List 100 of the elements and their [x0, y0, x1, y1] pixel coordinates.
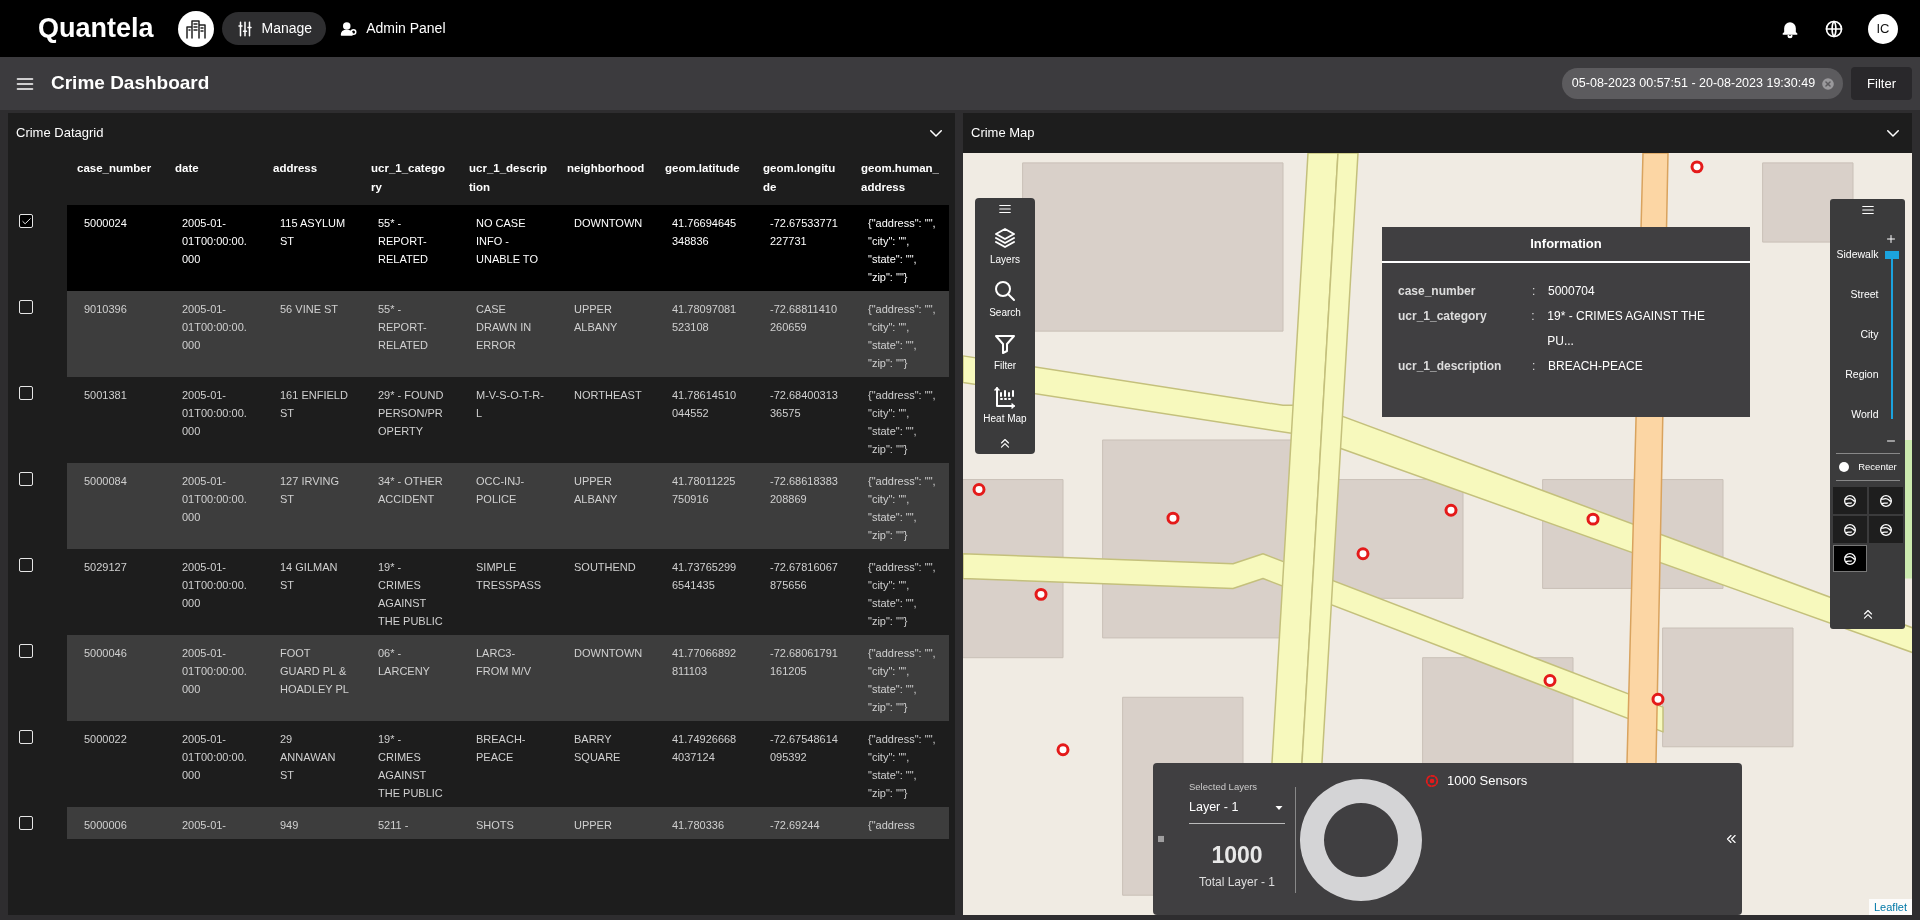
collapse-button[interactable] [998, 436, 1012, 450]
user-avatar[interactable]: IC [1868, 13, 1898, 44]
search-button[interactable]: Search [989, 277, 1021, 322]
double-chevron-up-icon [998, 436, 1012, 450]
row-checkbox[interactable] [19, 730, 33, 744]
column-header[interactable]: case_number [67, 153, 165, 205]
column-header[interactable]: date [165, 153, 263, 205]
table-cell: 5029127 [67, 549, 165, 635]
manage-tab[interactable]: Manage [221, 12, 327, 45]
table-cell: DOWNTOWN [557, 205, 655, 291]
menu-button[interactable] [998, 202, 1012, 216]
row-checkbox[interactable] [19, 644, 33, 658]
table-cell: 2005-01-01T00:00:00.000 [165, 721, 263, 807]
table-cell: {"address": "", "city": "", "state": "", "zip": ""} [851, 205, 949, 291]
map-style-icon [1877, 492, 1894, 509]
zoom-level-label[interactable]: World [1851, 407, 1879, 423]
base-map-button[interactable] [1832, 487, 1867, 515]
chart-icon [993, 385, 1017, 409]
panel-title: Crime Datagrid [16, 124, 104, 143]
table-cell: 9010396 [67, 291, 165, 377]
base-map-button[interactable] [1868, 487, 1903, 515]
sensor-marker-icon[interactable] [972, 483, 986, 496]
panel-title: Crime Map [971, 124, 1035, 143]
column-header[interactable]: neighborhood [557, 153, 655, 205]
layers-button[interactable]: Layers [990, 224, 1020, 269]
menu-icon [1860, 203, 1875, 217]
table-cell: 29 ANNAWAN ST [263, 721, 361, 807]
admin-panel-tab[interactable]: Admin Panel [326, 12, 460, 45]
table-cell: 5000024 [67, 205, 165, 291]
sensor-marker-icon[interactable] [1056, 743, 1070, 757]
table-cell: M-V-S-O-T-R-L [459, 377, 557, 463]
table-cell: NORTHEAST [557, 377, 655, 463]
sensor-marker-icon[interactable] [1690, 160, 1704, 174]
table-cell: 41.737652996541435 [655, 549, 753, 635]
zoom-slider-thumb[interactable] [1884, 251, 1899, 259]
filter-button[interactable]: Filter [1851, 66, 1912, 101]
menu-button[interactable] [1860, 203, 1875, 217]
sensor-marker-icon[interactable] [1586, 512, 1600, 526]
zoom-level-label[interactable]: Region [1845, 367, 1879, 383]
date-range-chip[interactable]: 05-08-2023 00:57:51 - 20-08-2023 19:30:49 [1561, 68, 1844, 99]
column-header[interactable]: geom.human_address [851, 153, 949, 205]
legend-label: 1000 Sensors [1447, 772, 1528, 790]
map-style-icon [1841, 492, 1858, 509]
recenter-button[interactable]: Recenter [1838, 460, 1897, 475]
table-cell: {"address": "", "city": "", "state": "", "zip": ""} [851, 721, 949, 807]
sensor-marker-icon[interactable] [1651, 692, 1665, 706]
sensor-marker-icon[interactable] [1444, 503, 1458, 517]
map-style-icon [1877, 521, 1894, 538]
row-checkbox[interactable] [19, 386, 33, 400]
globe-icon[interactable] [1824, 18, 1844, 39]
base-map-button[interactable] [1868, 516, 1903, 544]
table-cell: -72.67533771227731 [753, 205, 851, 291]
base-map-button[interactable] [1832, 516, 1867, 544]
column-header[interactable]: geom.latitude [655, 153, 753, 205]
table-cell: -72.68061791161205 [753, 635, 851, 721]
table-cell: 5000006 [67, 807, 165, 839]
sensor-marker-icon[interactable] [1166, 511, 1180, 525]
row-checkbox[interactable] [19, 300, 33, 314]
column-header[interactable]: ucr_1_category [361, 153, 459, 205]
field-label: ucr_1_description [1398, 358, 1503, 375]
table-cell: -72.67816067875656 [753, 549, 851, 635]
row-checkbox[interactable] [19, 214, 33, 228]
table-cell: NO CASE INFO - UNABLE TO [459, 205, 557, 291]
table-cell: 14 GILMAN ST [263, 549, 361, 635]
zoom-level-label[interactable]: Street [1850, 287, 1879, 303]
double-chevron-left-icon[interactable] [1724, 832, 1738, 846]
heat-map-button[interactable]: Heat Map [983, 383, 1027, 428]
sensor-marker-icon[interactable] [1543, 674, 1557, 687]
column-header[interactable]: address [263, 153, 361, 205]
table-cell: 5000084 [67, 463, 165, 549]
layers-icon [993, 226, 1017, 250]
column-header[interactable]: geom.longitude [753, 153, 851, 205]
plus-icon [1885, 233, 1897, 245]
zoom-level-label[interactable]: City [1860, 327, 1879, 343]
field-value: 19* - CRIMES AGAINST THE PU... [1547, 308, 1706, 350]
row-checkbox[interactable] [19, 558, 33, 572]
table-cell: 5000022 [67, 721, 165, 807]
row-checkbox[interactable] [19, 816, 33, 830]
row-checkbox[interactable] [19, 472, 33, 486]
table-cell: 19* - CRIMES AGAINST THE PUBLIC [361, 549, 459, 635]
base-map-button[interactable] [1832, 545, 1867, 573]
field-value: 5000704 [1548, 283, 1595, 300]
filter-button[interactable]: Filter [993, 330, 1017, 375]
zoom-in-button[interactable] [1885, 233, 1897, 245]
sliders-icon [235, 19, 254, 38]
table-cell: -72.68811410260659 [753, 291, 851, 377]
zoom-level-label[interactable]: Sidewalk [1836, 247, 1879, 263]
table-cell: 2005-01-01T00:00:00.000 [165, 549, 263, 635]
city-logo [177, 10, 214, 47]
grip-icon[interactable] [1157, 833, 1165, 845]
table-cell: UPPER ALBANY [557, 463, 655, 549]
user-settings-icon [340, 19, 359, 38]
table-cell: 55* - REPORT-RELATED [361, 205, 459, 291]
sensor-marker-icon[interactable] [1356, 547, 1370, 561]
sensor-marker-icon[interactable] [1034, 587, 1048, 601]
table-cell: 161 ENFIELD ST [263, 377, 361, 463]
table-cell: OCC-INJ-POLICE [459, 463, 557, 549]
layer-dropdown[interactable]: Layer - 1 [1189, 794, 1285, 824]
column-header[interactable]: ucr_1_description [459, 153, 557, 205]
separator-colon: : [1532, 283, 1537, 300]
